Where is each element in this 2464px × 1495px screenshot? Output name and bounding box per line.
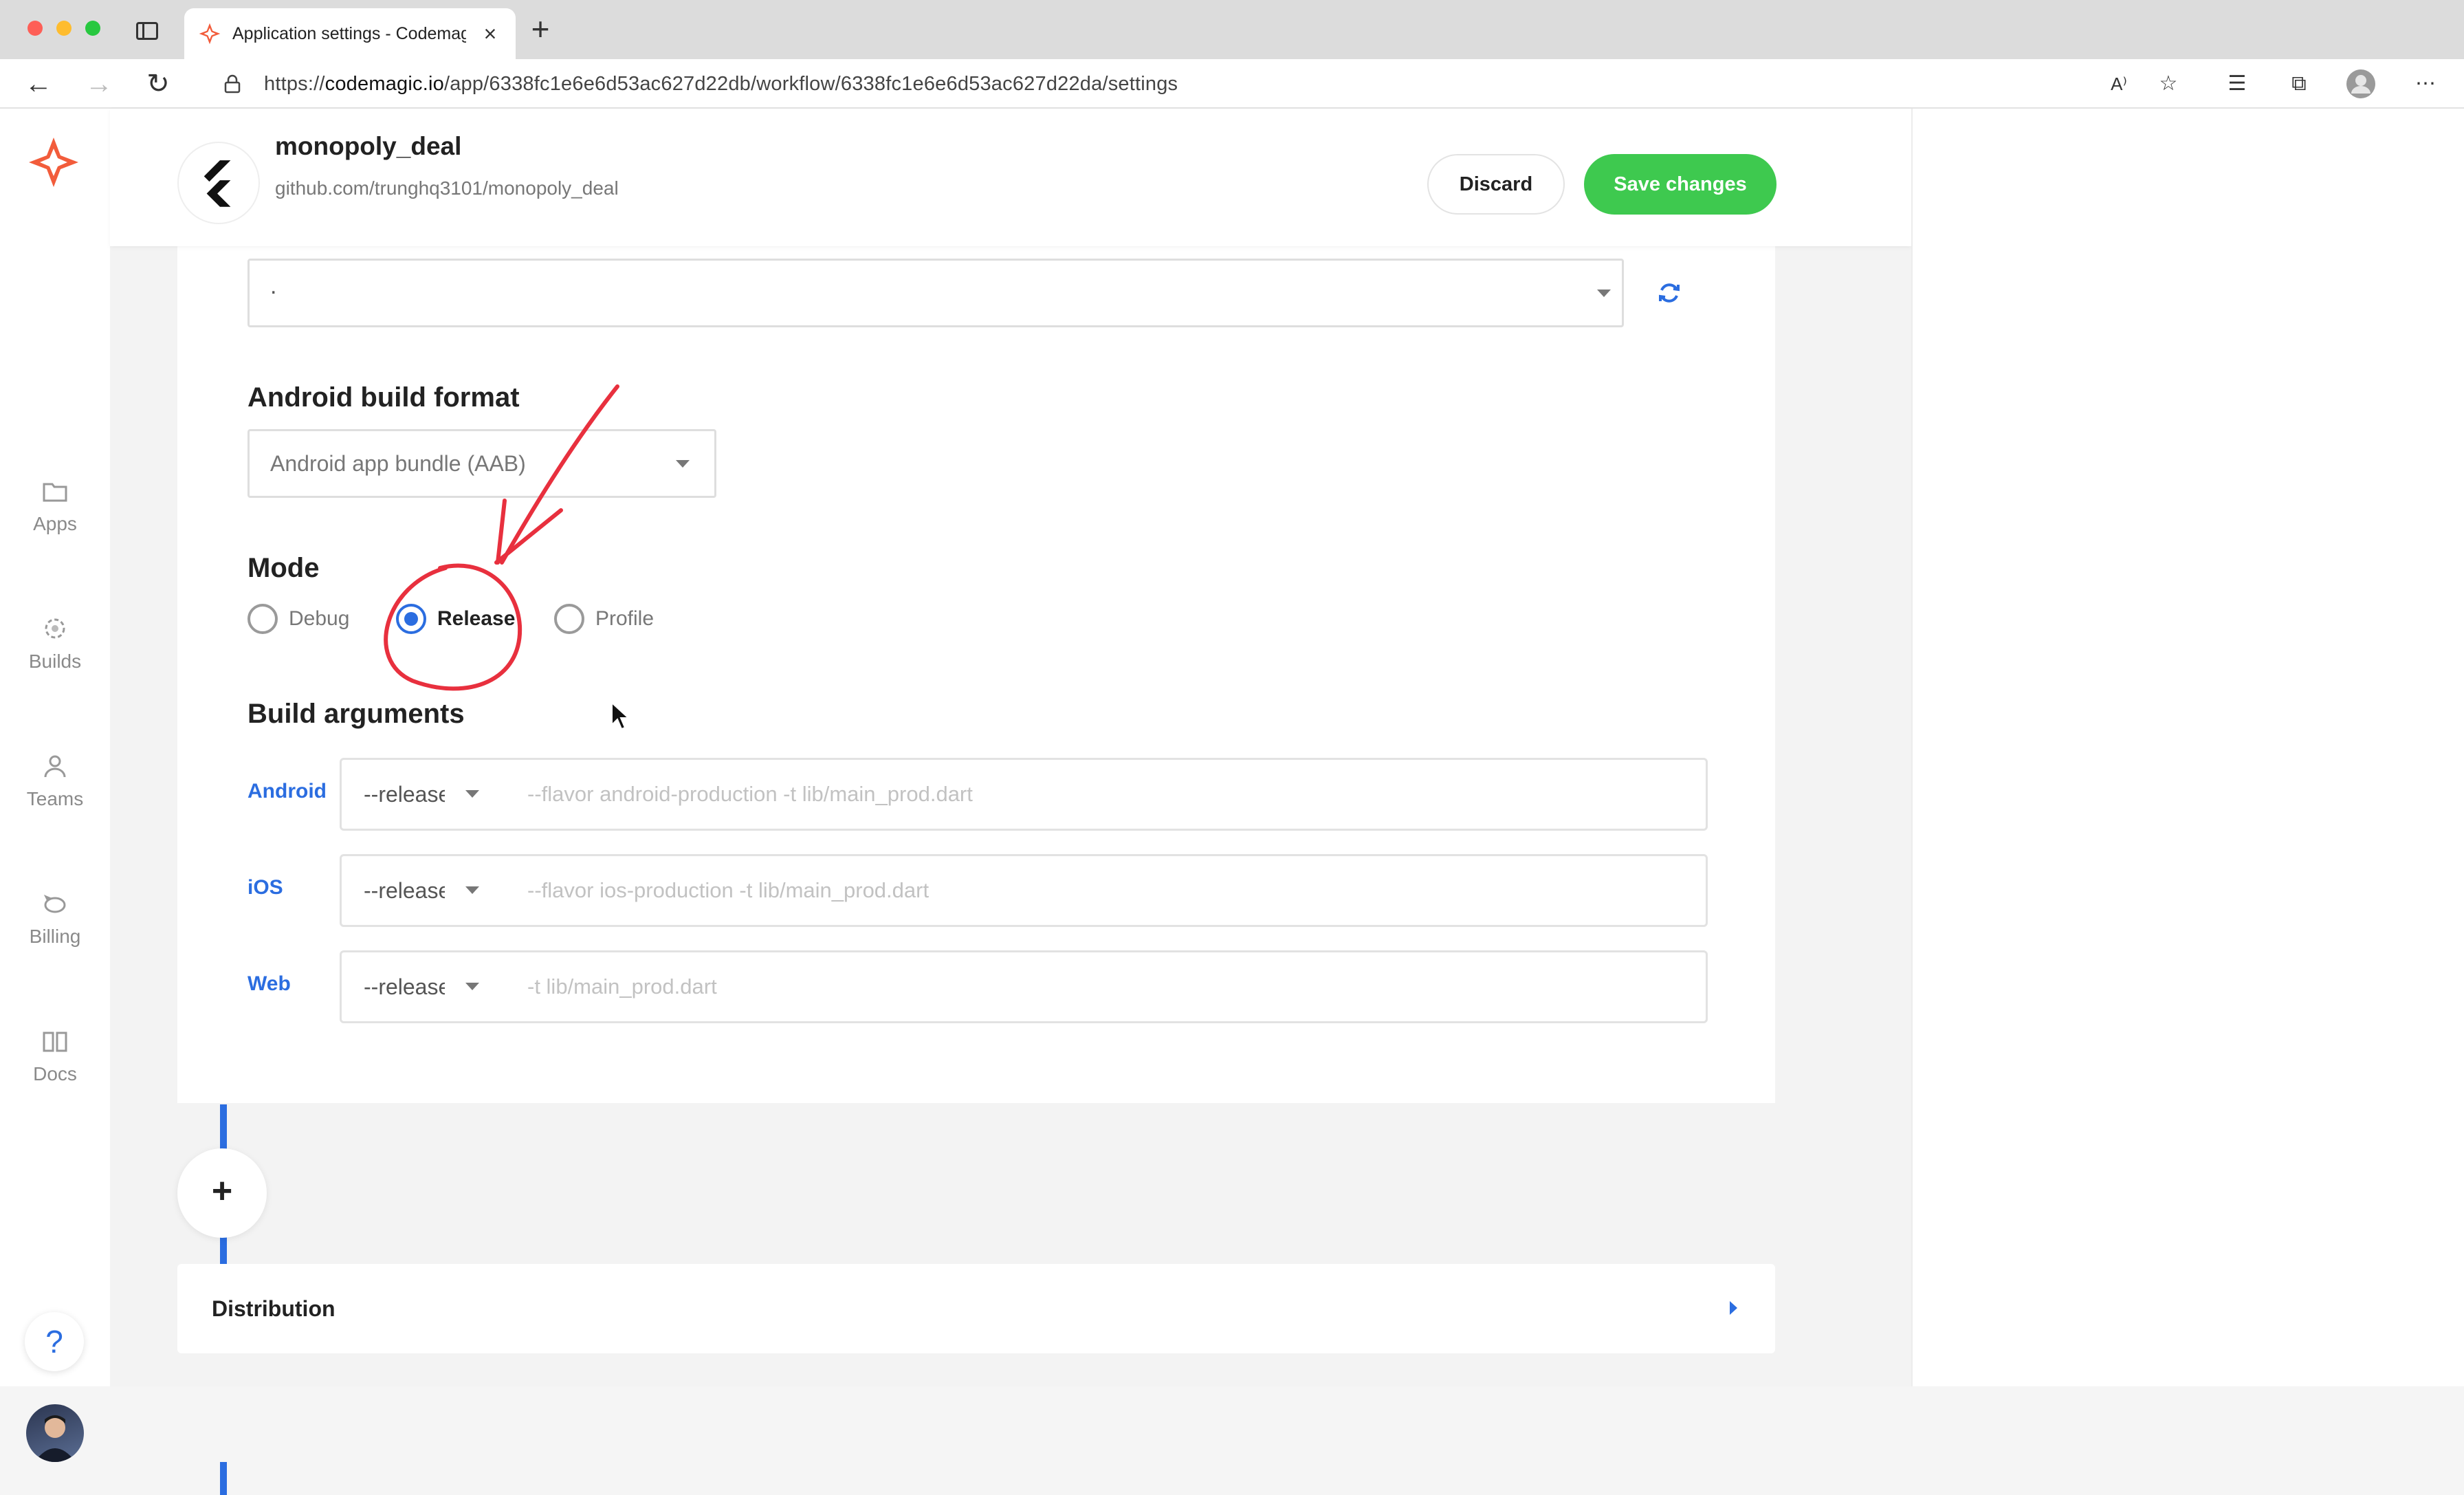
build-arg-input[interactable]: -t lib/main_prod.dart [527, 952, 717, 1021]
address-bar[interactable]: https://codemagic.io/app/6338fc1e6e6d53a… [198, 63, 2109, 105]
sidebar-item-apps[interactable]: Apps [0, 477, 110, 580]
app-name: monopoly_deal [275, 132, 462, 160]
profile-icon[interactable] [2346, 69, 2376, 99]
browser-toolbar: ← → ↻ https://codemagic.io/app/6338fc1e6… [0, 59, 2464, 109]
build-arg-row-web: --release -t lib/main_prod.dart [340, 950, 1708, 1023]
codemagic-logo-icon[interactable] [26, 135, 81, 190]
chevron-down-icon [676, 460, 690, 468]
browser-tab-active[interactable]: Application settings - Codemagic × [184, 8, 516, 59]
app-header: monopoly_deal github.com/trunghq3101/mon… [110, 109, 1911, 246]
sidebar-item-billing[interactable]: Billing [0, 890, 110, 993]
build-settings-panel: . Android build format Android app bundl… [177, 246, 1775, 1103]
book-icon [43, 1032, 67, 1052]
build-arg-label-web: Web [248, 972, 291, 995]
build-arguments-title: Build arguments [248, 699, 465, 729]
folder-icon [43, 483, 67, 502]
more-options-icon[interactable]: ⋯ [2410, 69, 2441, 99]
android-build-format-title: Android build format [248, 382, 520, 413]
tab-title: Application settings - Codemagic [232, 24, 466, 43]
mouse-cursor-icon [611, 701, 630, 730]
distribution-section[interactable]: Distribution [177, 1264, 1775, 1353]
reload-icon[interactable]: ↻ [138, 59, 179, 109]
workflow-timeline [220, 1462, 227, 1495]
refresh-icon[interactable] [1656, 279, 1683, 307]
android-build-format-value: Android app bundle (AAB) [270, 451, 526, 476]
android-build-format-select[interactable]: Android app bundle (AAB) [248, 429, 716, 498]
read-aloud-icon[interactable]: A⁾ [2104, 69, 2134, 99]
build-arg-input[interactable]: --flavor android-production -t lib/main_… [527, 760, 973, 829]
save-changes-button[interactable]: Save changes [1584, 154, 1776, 215]
sidebar-item-label: Billing [29, 926, 81, 947]
favorites-icon[interactable]: ☰ [2222, 69, 2252, 99]
chevron-down-icon[interactable] [465, 886, 479, 894]
build-arg-label-android: Android [248, 780, 327, 803]
mode-radio-group: Debug Release Profile [248, 604, 729, 638]
right-blank-area [1911, 109, 2464, 1386]
app-sidebar: Apps Builds Teams Billing Docs ? [0, 109, 110, 1462]
sidebar-item-label: Docs [33, 1063, 77, 1084]
radio-label: Debug [289, 607, 350, 630]
build-arg-row-android: --release --flavor android-production -t… [340, 758, 1708, 831]
add-favorite-icon[interactable]: ☆ [2153, 69, 2184, 99]
maximize-window-button[interactable] [85, 21, 100, 36]
sidebar-item-builds[interactable]: Builds [0, 615, 110, 718]
minimize-window-button[interactable] [56, 21, 72, 36]
sidebar-item-label: Builds [28, 651, 82, 672]
main-content: . Android build format Android app bundl… [110, 109, 1911, 1495]
radio-circle [248, 604, 278, 634]
builds-icon [45, 618, 65, 639]
mode-radio-debug[interactable]: Debug [248, 604, 349, 638]
mode-radio-profile[interactable]: Profile [554, 604, 654, 638]
radio-circle [554, 604, 584, 634]
avatar[interactable] [26, 1404, 84, 1462]
distribution-label: Distribution [212, 1296, 336, 1321]
sidebar-item-label: Teams [26, 788, 84, 809]
discard-button[interactable]: Discard [1427, 154, 1565, 215]
mode-title: Mode [248, 553, 320, 583]
add-step-button[interactable]: + [177, 1148, 267, 1238]
sidebar-item-docs[interactable]: Docs [0, 1027, 110, 1131]
radio-label: Profile [595, 607, 654, 630]
close-window-button[interactable] [28, 21, 43, 36]
piggy-bank-icon [43, 895, 66, 913]
build-arg-row-ios: --release --flavor ios-production -t lib… [340, 854, 1708, 927]
chevron-right-icon [1730, 1301, 1737, 1315]
person-icon [44, 755, 66, 778]
radio-label: Release [437, 607, 516, 630]
tab-close-icon[interactable]: × [473, 8, 507, 59]
flutter-logo-icon [177, 142, 260, 224]
repository-link[interactable]: github.com/trunghq3101/monopoly_deal [275, 177, 619, 199]
build-arg-mode-select[interactable]: --release [364, 856, 445, 925]
chevron-down-icon[interactable] [465, 790, 479, 798]
chevron-down-icon[interactable] [465, 983, 479, 990]
codemagic-favicon-icon [199, 23, 221, 45]
project-path-value: . [270, 273, 277, 299]
mode-radio-release[interactable]: Release [396, 604, 515, 638]
tab-actions-icon[interactable] [136, 22, 158, 40]
lock-icon[interactable] [224, 74, 241, 94]
build-arg-input[interactable]: --flavor ios-production -t lib/main_prod… [527, 856, 929, 925]
chevron-down-icon [1597, 290, 1611, 297]
radio-circle-selected [396, 604, 426, 634]
build-arg-mode-select[interactable]: --release [364, 952, 445, 1021]
forward-icon[interactable]: → [78, 59, 120, 109]
help-button[interactable]: ? [25, 1312, 84, 1371]
sidebar-item-teams[interactable]: Teams [0, 752, 110, 855]
new-tab-button[interactable]: + [521, 11, 560, 50]
build-arg-label-ios: iOS [248, 876, 283, 899]
browser-tab-strip: Application settings - Codemagic × + [0, 0, 2464, 59]
collections-icon[interactable]: ⧉ [2284, 69, 2314, 99]
build-arg-mode-select[interactable]: --release [364, 760, 445, 829]
back-icon[interactable]: ← [18, 59, 59, 109]
project-path-select[interactable]: . [248, 259, 1624, 327]
sidebar-item-label: Apps [33, 513, 77, 534]
url-text[interactable]: https://codemagic.io/app/6338fc1e6e6d53a… [264, 63, 1178, 105]
